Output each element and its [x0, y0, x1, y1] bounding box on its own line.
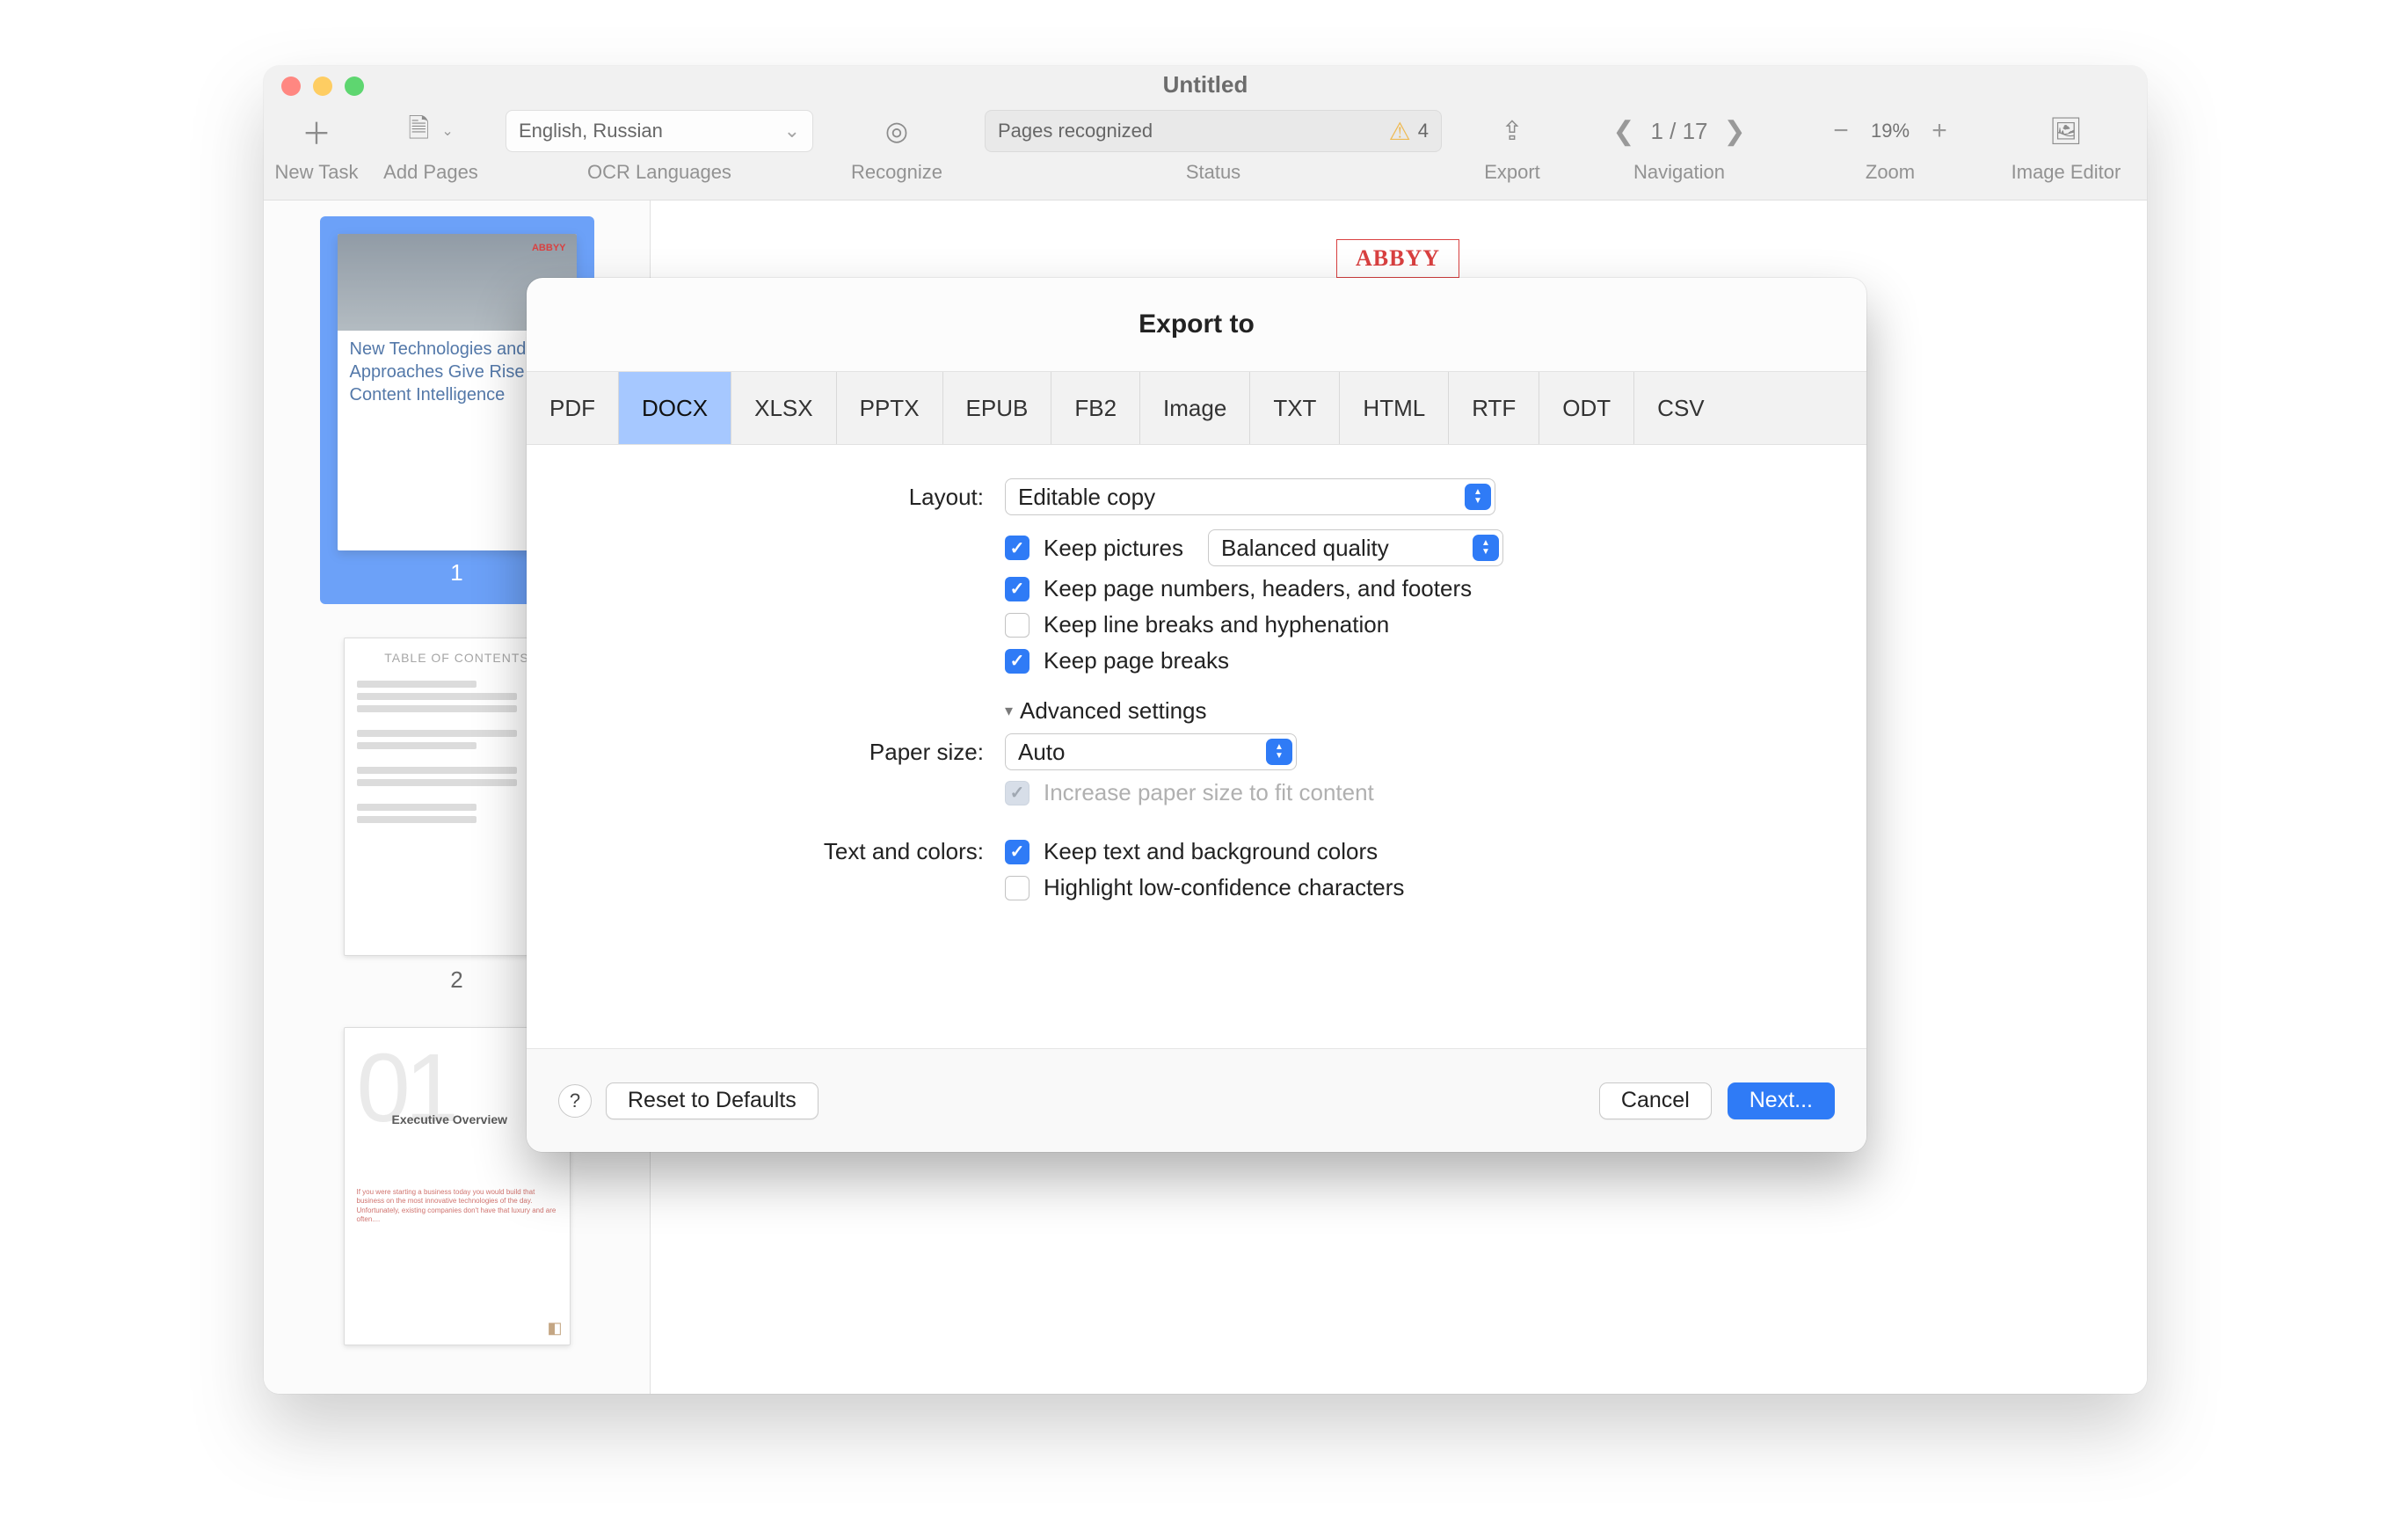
tab-pptx[interactable]: PPTX [837, 372, 943, 444]
keep-text-colors-label: Keep text and background colors [1044, 838, 1378, 865]
warning-icon: ⚠︎ [1389, 117, 1411, 146]
export-label: Export [1484, 161, 1540, 184]
window-title: Untitled [1163, 71, 1248, 98]
chevron-down-icon[interactable]: ⌄ [441, 122, 453, 140]
paper-size-label: Paper size: [562, 739, 993, 766]
export-dialog: Export to PDF DOCX XLSX PPTX EPUB FB2 Im… [527, 278, 1866, 1152]
chevron-down-icon: ⌄ [784, 120, 800, 142]
keep-linebreaks-check[interactable] [1005, 613, 1029, 638]
paper-size-value: Auto [1018, 739, 1066, 766]
tab-odt[interactable]: ODT [1539, 372, 1634, 444]
status-count: 4 [1418, 120, 1429, 142]
tab-pdf[interactable]: PDF [527, 372, 619, 444]
page-indicator: 1 / 17 [1650, 118, 1707, 145]
page-warning-icon: ◧ [547, 1319, 562, 1337]
chevron-down-icon: ▾ [1005, 702, 1013, 720]
tab-image[interactable]: Image [1140, 372, 1250, 444]
export-options: Layout: Editable copy Keep pictures Bala… [527, 445, 1866, 1048]
picture-quality-select[interactable]: Balanced quality [1208, 529, 1503, 566]
keep-pictures-label: Keep pictures [1044, 535, 1183, 562]
dialog-title: Export to [527, 278, 1866, 371]
image-icon[interactable]: 🖼 [2049, 116, 2083, 147]
highlight-low-label: Highlight low-confidence characters [1044, 874, 1404, 901]
tab-fb2[interactable]: FB2 [1051, 372, 1140, 444]
zoom-window-button[interactable] [345, 77, 364, 96]
keep-headers-label: Keep page numbers, headers, and footers [1044, 575, 1472, 602]
navigation-label: Navigation [1633, 161, 1725, 184]
updown-icon [1266, 739, 1292, 765]
recognize-label: Recognize [851, 161, 942, 184]
advanced-disclosure[interactable]: ▾ Advanced settings [1005, 697, 1207, 725]
tab-csv[interactable]: CSV [1634, 372, 1727, 444]
updown-icon [1465, 484, 1491, 510]
minimize-window-button[interactable] [313, 77, 332, 96]
titlebar: Untitled [264, 66, 2147, 103]
close-window-button[interactable] [281, 77, 301, 96]
format-tabbar: PDF DOCX XLSX PPTX EPUB FB2 Image TXT HT… [527, 371, 1866, 445]
layout-label: Layout: [562, 484, 993, 511]
advanced-label: Advanced settings [1020, 697, 1206, 725]
ocr-language-value: English, Russian [519, 120, 663, 142]
tab-xlsx[interactable]: XLSX [731, 372, 837, 444]
updown-icon [1473, 535, 1499, 561]
picture-quality-value: Balanced quality [1221, 535, 1389, 562]
increase-paper-check [1005, 781, 1029, 805]
help-button[interactable]: ? [558, 1084, 592, 1118]
zoom-label: Zoom [1866, 161, 1915, 184]
tab-html[interactable]: HTML [1340, 372, 1449, 444]
keep-pagebreaks-label: Keep page breaks [1044, 647, 1229, 674]
ocr-language-select[interactable]: English, Russian ⌄ [506, 110, 813, 152]
abbyy-mark: ABBYY [532, 243, 566, 253]
layout-select[interactable]: Editable copy [1005, 478, 1495, 515]
toolbar: ＋ New Task 🗎 ⌄ Add Pages English, Russia… [264, 103, 2147, 200]
paper-size-select[interactable]: Auto [1005, 733, 1297, 770]
tab-rtf[interactable]: RTF [1449, 372, 1539, 444]
text-colors-label: Text and colors: [562, 838, 993, 865]
reset-defaults-button[interactable]: Reset to Defaults [606, 1082, 818, 1119]
ocr-languages-label: OCR Languages [587, 161, 731, 184]
keep-text-colors-check[interactable] [1005, 840, 1029, 864]
tab-epub[interactable]: EPUB [943, 372, 1052, 444]
new-task-label: New Task [275, 161, 359, 184]
dialog-buttonbar: ? Reset to Defaults Cancel Next... [527, 1048, 1866, 1152]
image-editor-label: Image Editor [2012, 161, 2121, 184]
next-page-button[interactable]: ❯ [1724, 116, 1746, 147]
status-label: Status [1186, 161, 1240, 184]
zoom-value: 19% [1871, 120, 1910, 142]
highlight-low-check[interactable] [1005, 876, 1029, 900]
thumb2-num: 2 [450, 966, 462, 994]
status-pill[interactable]: Pages recognized ⚠︎ 4 [985, 110, 1442, 152]
window-controls [281, 77, 364, 96]
keep-headers-check[interactable] [1005, 577, 1029, 601]
prev-page-button[interactable]: ❮ [1612, 116, 1634, 147]
plus-icon[interactable]: ＋ [302, 110, 331, 153]
increase-paper-label: Increase paper size to fit content [1044, 779, 1374, 806]
page-icon[interactable]: 🗎 [408, 109, 429, 154]
abbyy-logo: ABBYY [1336, 239, 1459, 278]
next-button[interactable]: Next... [1728, 1082, 1835, 1119]
add-pages-label: Add Pages [383, 161, 478, 184]
layout-value: Editable copy [1018, 484, 1155, 511]
tab-txt[interactable]: TXT [1250, 372, 1340, 444]
zoom-in-button[interactable]: + [1929, 116, 1950, 146]
tab-docx[interactable]: DOCX [619, 372, 731, 444]
cancel-button[interactable]: Cancel [1599, 1082, 1712, 1119]
keep-pagebreaks-check[interactable] [1005, 649, 1029, 674]
status-text: Pages recognized [998, 120, 1153, 142]
keep-linebreaks-label: Keep line breaks and hyphenation [1044, 611, 1389, 638]
zoom-out-button[interactable]: − [1830, 116, 1851, 146]
keep-pictures-check[interactable] [1005, 536, 1029, 560]
recognize-icon[interactable]: ◎ [885, 116, 908, 147]
export-icon[interactable]: ⇪ [1501, 116, 1523, 147]
